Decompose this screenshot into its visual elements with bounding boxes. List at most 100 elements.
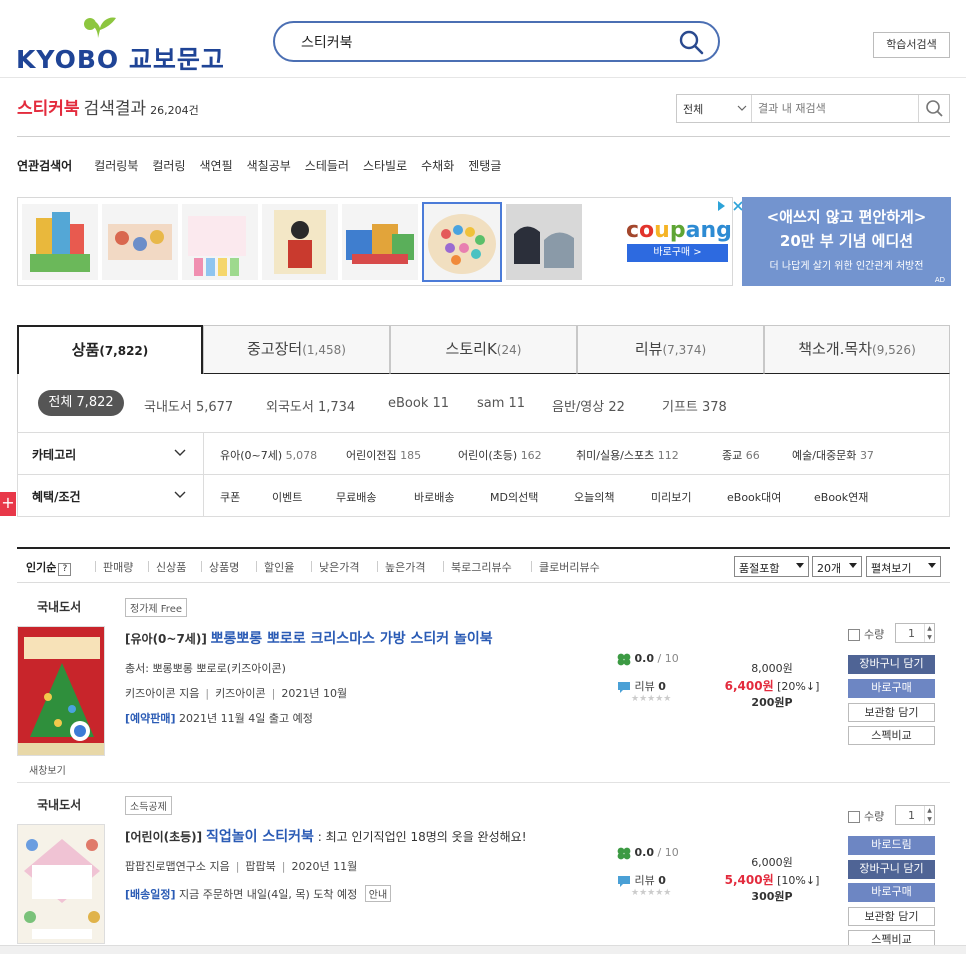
- add-to-cart-button[interactable]: 장바구니 담기: [848, 860, 935, 879]
- horizontal-scrollbar[interactable]: [0, 945, 966, 954]
- filter-gift[interactable]: 기프트 378: [662, 396, 727, 415]
- related-keyword[interactable]: 젠탱글: [468, 159, 501, 173]
- filter-chip-all[interactable]: 전체 7,822: [38, 390, 124, 416]
- shipping-info-button[interactable]: 안내: [364, 885, 392, 902]
- ad-product-image[interactable]: [102, 204, 178, 280]
- sale-price: 5,400원: [724, 873, 774, 887]
- related-keyword[interactable]: 스타빌로: [363, 159, 407, 173]
- ad-product-image[interactable]: [506, 204, 582, 280]
- side-plus-button[interactable]: +: [0, 492, 16, 516]
- product-author[interactable]: 팝팝진로맵연구소 지음: [125, 860, 230, 873]
- related-keyword[interactable]: 수채화: [421, 159, 454, 173]
- category-item[interactable]: 어린이전집 185: [346, 447, 421, 463]
- wishlist-button[interactable]: 보관함 담기: [848, 907, 935, 926]
- benefit-item[interactable]: 바로배송: [414, 489, 454, 505]
- coupang-buy-button[interactable]: 바로구매 >: [627, 244, 728, 262]
- sort-clover-reviews[interactable]: 클로버리뷰수: [539, 559, 600, 575]
- benefit-item[interactable]: eBook연재: [814, 489, 868, 505]
- buy-now-button[interactable]: 바로구매: [848, 679, 935, 698]
- product-title-link[interactable]: 직업놀이 스티커북: [206, 829, 314, 845]
- product-publisher[interactable]: 키즈아이콘: [215, 687, 266, 700]
- ad-product-image[interactable]: [342, 204, 418, 280]
- product-author[interactable]: 키즈아이콘 지음: [125, 687, 199, 700]
- related-keyword[interactable]: 색연필: [200, 159, 233, 173]
- filter-ebook[interactable]: eBook 11: [388, 396, 449, 411]
- inner-search-input[interactable]: 결과 내 재검색: [758, 100, 826, 116]
- compare-button[interactable]: 스펙비교: [848, 930, 935, 946]
- view-mode-select[interactable]: 펼쳐보기: [866, 556, 941, 577]
- per-page-select[interactable]: 20개: [812, 556, 862, 577]
- coupang-logo[interactable]: coupang: [626, 218, 732, 243]
- tab-reviews[interactable]: 리뷰(7,374): [577, 325, 764, 374]
- tab-products[interactable]: 상품(7,822): [17, 325, 203, 374]
- benefit-item[interactable]: 무료배송: [336, 489, 376, 505]
- benefit-item[interactable]: eBook대여: [727, 489, 781, 505]
- category-item[interactable]: 취미/실용/스포츠 112: [576, 447, 679, 463]
- category-item[interactable]: 종교 66: [722, 447, 760, 463]
- category-item[interactable]: 어린이(초등) 162: [458, 447, 542, 463]
- category-item[interactable]: 유아(0~7세) 5,078: [220, 447, 317, 463]
- help-icon[interactable]: ?: [58, 563, 72, 576]
- ad-product-image[interactable]: [182, 204, 258, 280]
- tab-used-market[interactable]: 중고장터(1,458): [203, 325, 390, 374]
- benefit-toggle[interactable]: 혜택/조건: [18, 475, 204, 516]
- related-keyword[interactable]: 색칠공부: [247, 159, 291, 173]
- category-toggle[interactable]: 카테고리: [18, 433, 204, 474]
- benefit-item[interactable]: 이벤트: [272, 489, 302, 505]
- sort-discount[interactable]: 할인율: [264, 559, 294, 575]
- tab-book-intro[interactable]: 책소개.목차(9,526): [764, 325, 950, 374]
- quantity-stepper[interactable]: 1 ▲ ▼: [895, 805, 935, 825]
- sort-popular[interactable]: 인기순?: [26, 559, 72, 576]
- notice-label: [예약판매]: [125, 712, 176, 725]
- tab-count: (7,374): [662, 343, 707, 357]
- filter-media[interactable]: 음반/영상 22: [552, 396, 625, 415]
- wishlist-button[interactable]: 보관함 담기: [848, 703, 935, 722]
- search-icon[interactable]: [678, 29, 704, 55]
- tab-story-k[interactable]: 스토리K(24): [390, 325, 577, 374]
- product-title-link[interactable]: 뽀롱뽀롱 뽀로로 크리스마스 가방 스티커 놀이북: [211, 631, 493, 647]
- quantity-stepper[interactable]: 1 ▲ ▼: [895, 623, 935, 643]
- filter-foreign[interactable]: 외국도서 1,734: [266, 396, 355, 415]
- category-item[interactable]: 예술/대중문화 37: [792, 447, 874, 463]
- kyobo-logo[interactable]: KYOBO 교보문고: [16, 14, 224, 74]
- product-review[interactable]: 리뷰 0: [617, 872, 666, 888]
- product-series[interactable]: 총서: 뽀롱뽀롱 뽀로로(키즈아이콘): [125, 660, 286, 676]
- filter-sam[interactable]: sam 11: [477, 396, 525, 411]
- benefit-item[interactable]: 쿠폰: [220, 489, 240, 505]
- ad-product-image[interactable]: [22, 204, 98, 280]
- sort-new[interactable]: 신상품: [156, 559, 186, 575]
- ad-banner[interactable]: <애쓰지 않고 편안하게> 20만 부 기념 에디션 더 나답게 살기 위한 인…: [742, 197, 951, 286]
- select-checkbox[interactable]: [848, 629, 860, 641]
- sort-sales[interactable]: 판매량: [103, 559, 133, 575]
- product-publisher[interactable]: 팝팝북: [245, 860, 275, 873]
- ad-product-image[interactable]: [422, 202, 502, 282]
- sort-high-price[interactable]: 높은가격: [385, 559, 425, 575]
- buy-now-button[interactable]: 바로구매: [848, 883, 935, 902]
- preview-link[interactable]: 새창보기: [29, 762, 66, 777]
- sold-out-select[interactable]: 품절포함: [734, 556, 809, 577]
- pickup-button[interactable]: 바로드림: [848, 836, 935, 855]
- benefit-item[interactable]: 오늘의책: [574, 489, 614, 505]
- qty-label: 수량: [864, 628, 885, 641]
- related-keyword[interactable]: 스테들러: [305, 159, 349, 173]
- sort-name[interactable]: 상품명: [209, 559, 239, 575]
- scope-select[interactable]: 전체: [677, 95, 752, 122]
- ad-product-image[interactable]: [262, 204, 338, 280]
- study-search-button[interactable]: 학습서검색: [873, 32, 950, 58]
- related-keyword[interactable]: 컬러링북: [94, 159, 138, 173]
- sort-low-price[interactable]: 낮은가격: [319, 559, 359, 575]
- sort-booklog-reviews[interactable]: 북로그리뷰수: [451, 559, 512, 575]
- search-input[interactable]: [301, 32, 661, 52]
- search-box[interactable]: [273, 21, 720, 62]
- product-review[interactable]: 리뷰 0: [617, 678, 666, 694]
- product-cover-image[interactable]: [17, 824, 105, 944]
- filter-domestic[interactable]: 국내도서 5,677: [144, 396, 233, 415]
- product-cover-image[interactable]: [17, 626, 105, 756]
- add-to-cart-button[interactable]: 장바구니 담기: [848, 655, 935, 674]
- benefit-item[interactable]: 미리보기: [651, 489, 691, 505]
- inner-search-button[interactable]: [918, 95, 949, 122]
- compare-button[interactable]: 스펙비교: [848, 726, 935, 745]
- benefit-item[interactable]: MD의선택: [490, 489, 538, 505]
- related-keyword[interactable]: 컬러링: [152, 159, 185, 173]
- select-checkbox[interactable]: [848, 811, 860, 823]
